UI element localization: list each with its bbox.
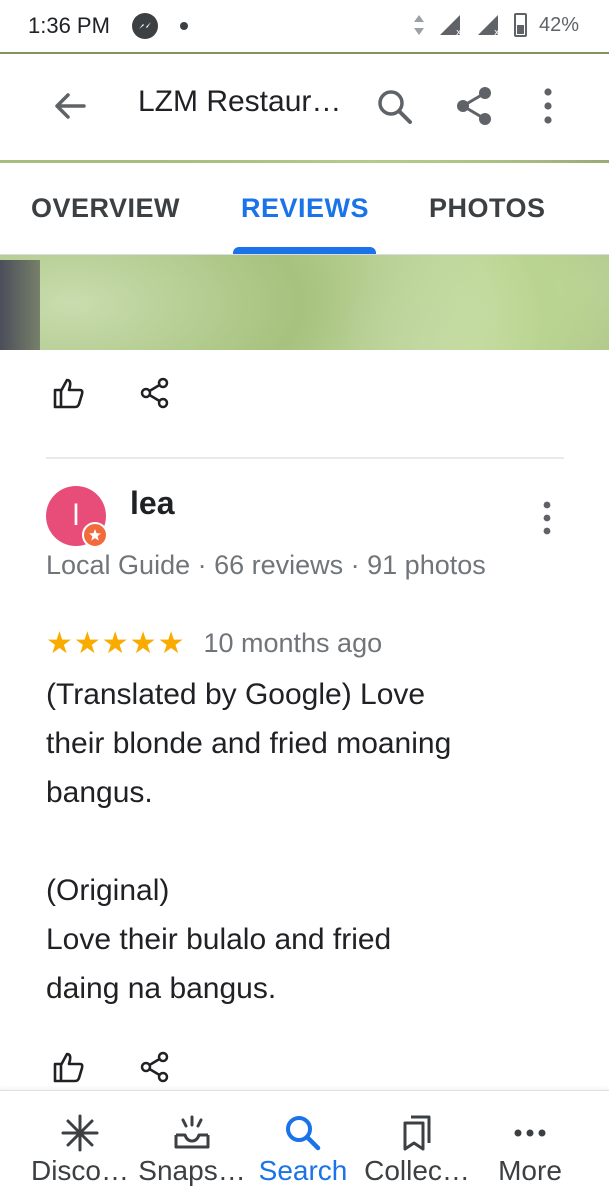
review-line: daing na bangus.	[46, 972, 277, 1005]
svg-text:x: x	[494, 28, 500, 37]
tab-overview[interactable]: OVERVIEW	[31, 193, 180, 224]
review-date: 10 months ago	[203, 628, 383, 658]
nav-label: Snaps…	[138, 1155, 246, 1186]
share-icon[interactable]	[452, 84, 496, 128]
status-right-group: x x 42%	[412, 13, 579, 37]
search-icon[interactable]	[374, 86, 416, 128]
nav-label: More	[498, 1155, 562, 1186]
nav-label: Collec…	[364, 1155, 470, 1186]
messenger-icon	[131, 13, 158, 39]
more-vert-icon[interactable]	[530, 84, 566, 128]
photo-shadow	[0, 260, 40, 350]
star-rating: ★★★★★	[46, 627, 186, 660]
review-line: their blonde and fried moaning	[46, 727, 452, 760]
nav-label: Disco…	[30, 1155, 129, 1186]
back-arrow-icon[interactable]	[48, 84, 92, 128]
status-time: 1:36 PM	[28, 13, 110, 38]
status-bar: 1:36 PM x x 42%	[0, 0, 609, 52]
thumbs-up-icon[interactable]	[46, 370, 92, 416]
tab-photos[interactable]: PHOTOS	[429, 193, 546, 224]
local-guide-badge-icon	[82, 522, 108, 548]
more-vert-icon[interactable]	[530, 498, 564, 538]
page-title: LZM Restaur…	[138, 85, 342, 118]
bottom-navigation: Disco… Snaps… Search Collec… More	[0, 1090, 609, 1200]
thumbs-up-icon[interactable]	[46, 1044, 92, 1090]
review-line: Love their bulalo and fried	[46, 923, 392, 956]
original-label: (Original)	[46, 874, 170, 907]
search-icon	[286, 1116, 321, 1151]
active-tab-indicator	[233, 247, 376, 254]
share-icon[interactable]	[132, 370, 178, 416]
divider	[46, 457, 564, 459]
signal-icon-2: x	[477, 15, 500, 37]
more-horiz-icon	[514, 1129, 546, 1137]
nav-snapshot[interactable]: Snaps…	[137, 1091, 247, 1200]
review-line: bangus.	[46, 776, 153, 809]
tray-icon	[174, 1115, 210, 1149]
nav-search[interactable]: Search	[253, 1091, 353, 1200]
top-app-bar: LZM Restaur…	[0, 54, 609, 160]
nav-more[interactable]: More	[490, 1091, 570, 1200]
signal-icon: x	[439, 15, 462, 37]
notification-dot-icon	[179, 22, 188, 30]
svg-text:x: x	[456, 28, 462, 37]
rating-row: ★★★★★ 10 months ago	[46, 626, 382, 661]
nav-collections[interactable]: Collec…	[362, 1091, 472, 1200]
review-line: (Translated by Google) Love	[46, 678, 426, 711]
reviewer-name[interactable]: lea	[130, 485, 174, 522]
nav-discover[interactable]: Disco…	[30, 1091, 130, 1200]
nav-label: Search	[258, 1155, 348, 1186]
previous-review-actions	[46, 370, 178, 416]
tab-reviews[interactable]: REVIEWS	[241, 193, 369, 224]
asterisk-icon	[61, 1114, 99, 1152]
share-icon[interactable]	[132, 1044, 178, 1090]
reviewer-meta: Local Guide · 66 reviews · 91 photos	[46, 550, 486, 580]
data-arrows-icon	[413, 15, 424, 35]
tab-bar: OVERVIEW REVIEWS PHOTOS	[0, 163, 609, 255]
bookmarks-icon	[403, 1115, 431, 1151]
review-text: (Translated by Google) Love their blonde…	[46, 670, 566, 1013]
battery-percent: 42%	[538, 13, 579, 36]
review-content: l lea Local Guide · 66 reviews · 91 phot…	[0, 350, 609, 1090]
review-actions	[46, 1044, 178, 1090]
battery-icon	[513, 13, 527, 37]
